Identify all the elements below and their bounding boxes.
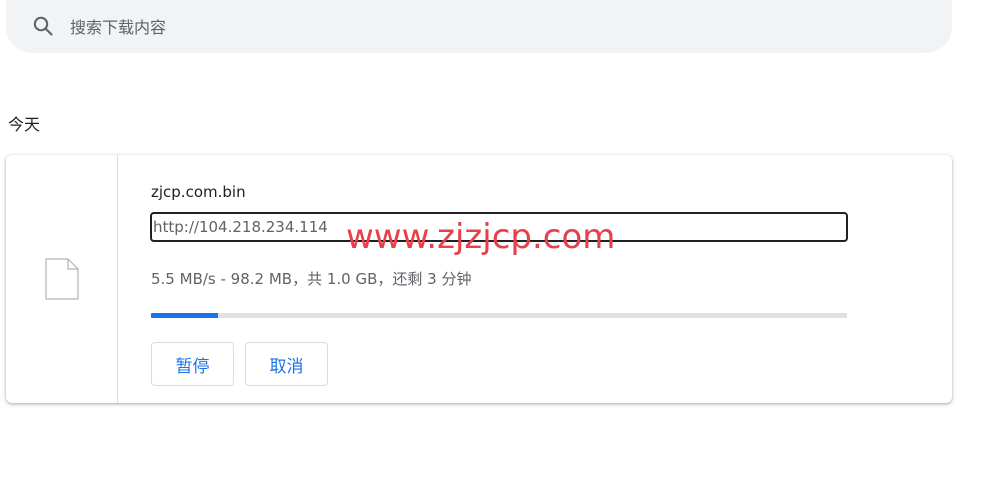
progress-bar — [151, 313, 847, 318]
cancel-button[interactable]: 取消 — [245, 342, 328, 386]
download-details: zjcp.com.bin http://104.218.234.114 www.… — [118, 155, 952, 403]
search-icon[interactable] — [32, 15, 54, 37]
search-input[interactable] — [68, 13, 928, 41]
watermark-text: www.zjzjcp.com — [346, 217, 616, 257]
file-icon — [45, 258, 79, 300]
search-bar — [6, 0, 952, 53]
progress-bar-fill — [151, 313, 218, 318]
pause-button[interactable]: 暂停 — [151, 342, 234, 386]
date-group-header: 今天 — [8, 115, 41, 134]
download-icon-column — [6, 155, 118, 403]
download-item: zjcp.com.bin http://104.218.234.114 www.… — [6, 155, 952, 403]
download-status: 5.5 MB/s - 98.2 MB，共 1.0 GB，还剩 3 分钟 — [151, 270, 472, 288]
file-name-link[interactable]: zjcp.com.bin — [151, 183, 246, 201]
